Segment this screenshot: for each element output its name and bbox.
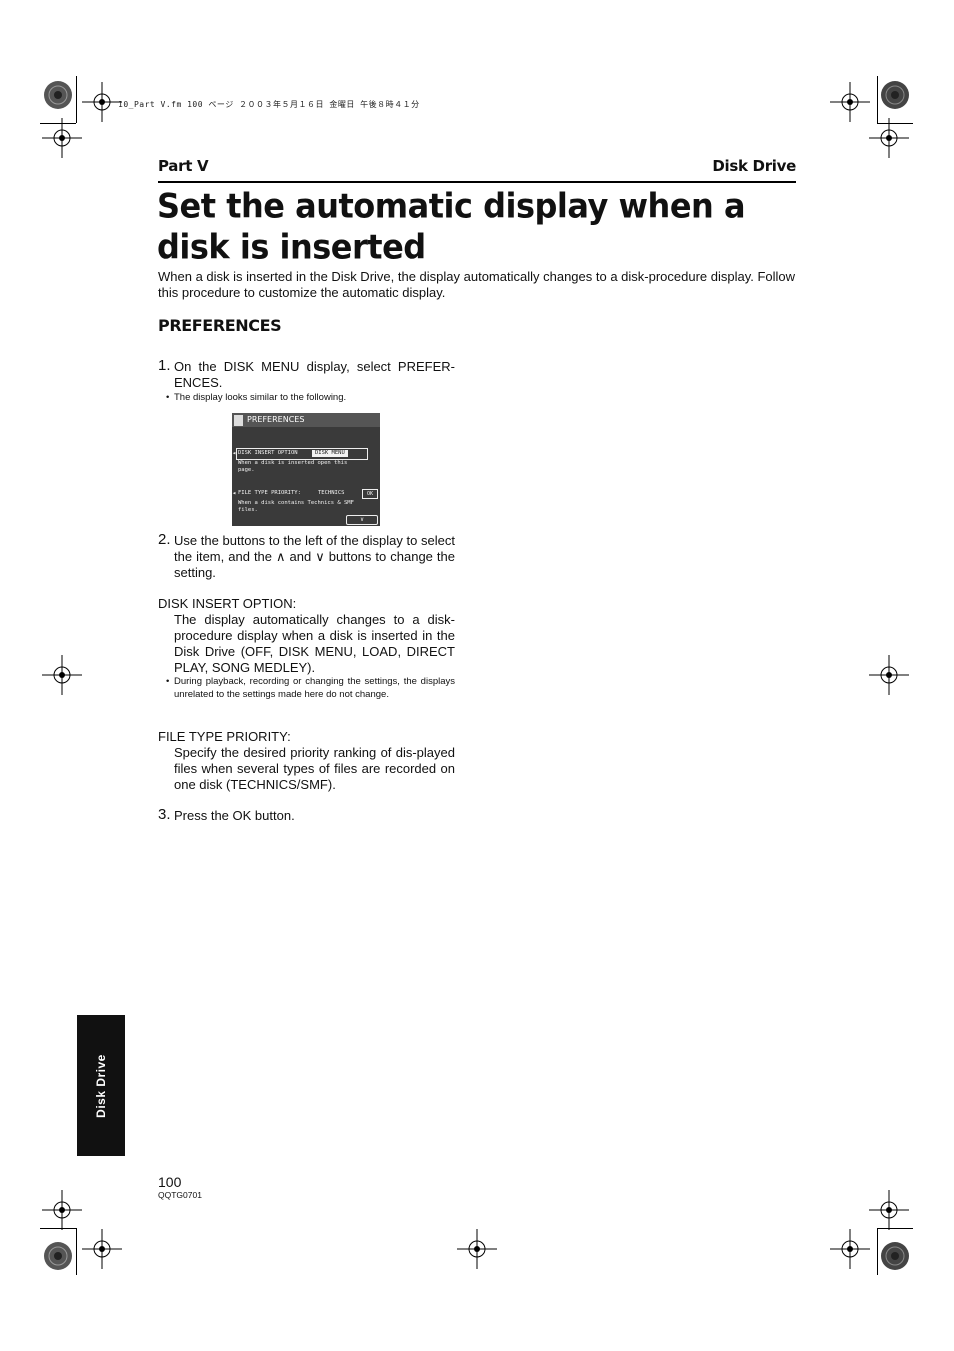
left-arrow-icon: ◂ xyxy=(232,489,237,497)
file-stamp: 10_Part V.fm 100 ページ ２００３年５月１６日 金曜日 午後８時… xyxy=(118,100,420,109)
preferences-display-screenshot: PREFERENCES ◂ DISK INSERT OPTION DISK ME… xyxy=(232,413,380,526)
registration-mark-icon xyxy=(82,1229,122,1269)
color-bar-rosette-icon xyxy=(44,1242,72,1270)
lcd-help-text: page. xyxy=(238,467,255,473)
chapter-thumb-tab: Disk Drive xyxy=(77,1015,125,1156)
color-bar-rosette-icon xyxy=(44,81,72,109)
lcd-title: PREFERENCES xyxy=(247,415,305,424)
running-header-part: Part V xyxy=(158,157,209,175)
running-header-chapter: Disk Drive xyxy=(712,157,796,175)
lcd-ok-button: OK xyxy=(362,489,378,499)
lcd-row-value: TECHNICS xyxy=(318,490,345,496)
crop-mark xyxy=(877,1228,913,1229)
crop-mark xyxy=(40,1228,76,1229)
lcd-help-text: files. xyxy=(238,507,258,513)
disk-icon xyxy=(234,415,243,426)
lcd-row-label: DISK INSERT OPTION xyxy=(238,450,298,456)
option-description: The display automatically changes to a d… xyxy=(174,612,455,675)
step-number: 2. xyxy=(158,531,171,548)
lcd-help-text: When a disk is inserted open this xyxy=(238,460,348,466)
registration-mark-icon xyxy=(869,1190,909,1230)
step-text: Press the OK button. xyxy=(174,808,295,823)
lcd-help-text: When a disk contains Technics & SMF xyxy=(238,500,354,506)
registration-mark-icon xyxy=(42,118,82,158)
crop-mark xyxy=(877,123,913,124)
crop-mark xyxy=(40,123,76,124)
chapter-thumb-tab-label: Disk Drive xyxy=(94,1053,108,1118)
registration-mark-icon xyxy=(869,655,909,695)
crop-mark xyxy=(877,76,878,123)
registration-mark-icon xyxy=(42,655,82,695)
step-text: On the DISK MENU display, select PREFER-… xyxy=(174,359,455,390)
intro-paragraph: When a disk is inserted in the Disk Driv… xyxy=(158,269,796,300)
registration-mark-icon xyxy=(42,1190,82,1230)
document-code: QQTG0701 xyxy=(158,1190,202,1200)
header-divider xyxy=(158,181,796,183)
registration-mark-icon xyxy=(82,82,122,122)
page-number: 100 xyxy=(158,1174,182,1190)
crop-mark xyxy=(76,76,77,123)
registration-mark-icon xyxy=(457,1229,497,1269)
step-text: Use the buttons to the left of the displ… xyxy=(174,533,455,580)
crop-mark xyxy=(877,1228,878,1275)
crop-mark xyxy=(76,1228,77,1275)
chevron-down-icon: ∨ xyxy=(346,515,378,525)
option-note: During playback, recording or changing t… xyxy=(166,675,455,701)
option-label: DISK INSERT OPTION: xyxy=(158,596,297,611)
registration-mark-icon xyxy=(830,82,870,122)
color-bar-rosette-icon xyxy=(881,81,909,109)
color-bar-rosette-icon xyxy=(881,1242,909,1270)
step-number: 1. xyxy=(158,357,171,374)
option-description: Specify the desired priority ranking of … xyxy=(174,745,455,792)
step-number: 3. xyxy=(158,806,171,823)
step-note: The display looks similar to the followi… xyxy=(166,391,455,404)
registration-mark-icon xyxy=(869,118,909,158)
registration-mark-icon xyxy=(830,1229,870,1269)
lcd-row-value: DISK MENU xyxy=(312,450,348,457)
option-label: FILE TYPE PRIORITY: xyxy=(158,729,291,744)
section-heading: PREFERENCES xyxy=(158,316,282,335)
lcd-row-label: FILE TYPE PRIORITY: xyxy=(238,490,301,496)
page-title: Set the automatic display when a disk is… xyxy=(157,186,746,267)
